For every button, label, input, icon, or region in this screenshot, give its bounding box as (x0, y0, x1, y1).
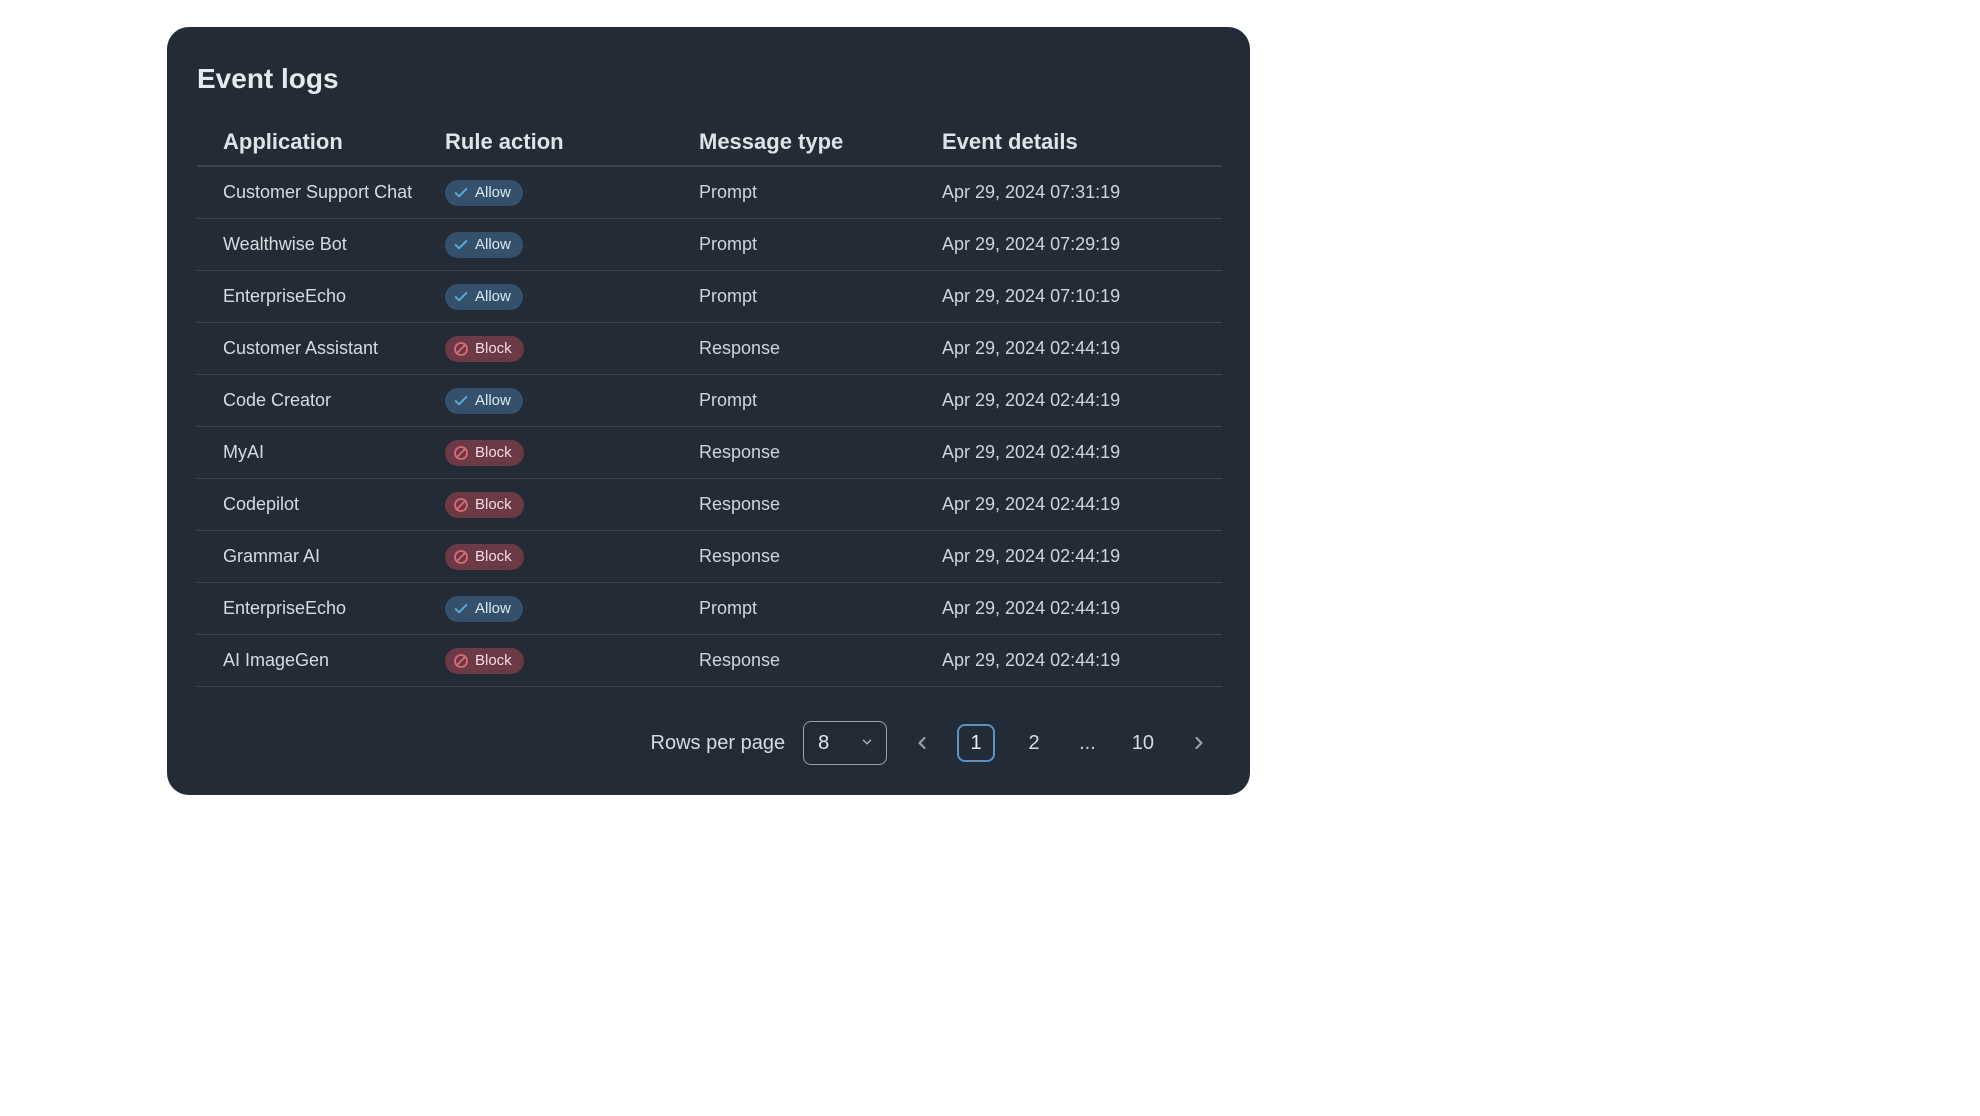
cell-message-type: Response (699, 494, 942, 515)
chevron-down-icon (860, 732, 874, 755)
check-icon (453, 237, 469, 253)
cell-message-type: Response (699, 442, 942, 463)
col-rule-action: Rule action (445, 129, 699, 155)
cell-rule-action: Block (445, 544, 699, 570)
check-icon (453, 601, 469, 617)
cell-event-details: Apr 29, 2024 02:44:19 (942, 442, 1222, 463)
cell-rule-action: Block (445, 336, 699, 362)
cell-message-type: Prompt (699, 390, 942, 411)
cell-application: Customer Support Chat (223, 182, 445, 203)
check-icon (453, 185, 469, 201)
rows-per-page-label: Rows per page (651, 732, 786, 755)
cell-event-details: Apr 29, 2024 02:44:19 (942, 650, 1222, 671)
block-icon (453, 497, 469, 513)
next-page-button[interactable] (1182, 726, 1216, 760)
cell-rule-action: Allow (445, 596, 699, 622)
cell-application: EnterpriseEcho (223, 598, 445, 619)
badge-label: Block (475, 340, 512, 357)
table-row[interactable]: Wealthwise Bot Allow PromptApr 29, 2024 07… (197, 219, 1222, 271)
cell-application: MyAI (223, 442, 445, 463)
block-badge: Block (445, 336, 524, 362)
col-message-type: Message type (699, 129, 942, 155)
cell-rule-action: Block (445, 648, 699, 674)
cell-event-details: Apr 29, 2024 02:44:19 (942, 338, 1222, 359)
check-icon (453, 393, 469, 409)
table-row[interactable]: Customer Support Chat Allow PromptApr 29, … (197, 167, 1222, 219)
cell-event-details: Apr 29, 2024 07:10:19 (942, 286, 1222, 307)
cell-event-details: Apr 29, 2024 07:31:19 (942, 182, 1222, 203)
block-badge: Block (445, 492, 524, 518)
allow-badge: Allow (445, 232, 523, 258)
table-row[interactable]: Customer Assistant Block ResponseApr 29, 2… (197, 323, 1222, 375)
cell-rule-action: Allow (445, 232, 699, 258)
page-button-2[interactable]: 2 (1015, 724, 1053, 762)
cell-message-type: Prompt (699, 234, 942, 255)
rows-per-page-value: 8 (818, 732, 829, 755)
cell-rule-action: Allow (445, 180, 699, 206)
table-row[interactable]: Codepilot Block ResponseApr 29, 2024 02:44… (197, 479, 1222, 531)
badge-label: Allow (475, 600, 511, 617)
badge-label: Allow (475, 184, 511, 201)
table-row[interactable]: EnterpriseEcho Allow PromptApr 29, 2024 02… (197, 583, 1222, 635)
badge-label: Block (475, 652, 512, 669)
cell-message-type: Prompt (699, 286, 942, 307)
table-row[interactable]: AI ImageGen Block ResponseApr 29, 2024 02:… (197, 635, 1222, 687)
block-icon (453, 341, 469, 357)
cell-event-details: Apr 29, 2024 02:44:19 (942, 494, 1222, 515)
cell-message-type: Prompt (699, 598, 942, 619)
cell-message-type: Response (699, 546, 942, 567)
allow-badge: Allow (445, 180, 523, 206)
allow-badge: Allow (445, 388, 523, 414)
table-row[interactable]: Grammar AI Block ResponseApr 29, 2024 02:4… (197, 531, 1222, 583)
cell-rule-action: Block (445, 440, 699, 466)
pagination-ellipsis: ... (1073, 732, 1102, 755)
block-badge: Block (445, 440, 524, 466)
table-row[interactable]: Code Creator Allow PromptApr 29, 2024 02:4… (197, 375, 1222, 427)
event-logs-panel: Event logs Application Rule action Messa… (167, 27, 1250, 795)
col-event-details: Event details (942, 129, 1222, 155)
allow-badge: Allow (445, 284, 523, 310)
badge-label: Allow (475, 392, 511, 409)
cell-rule-action: Allow (445, 284, 699, 310)
block-badge: Block (445, 648, 524, 674)
cell-application: Grammar AI (223, 546, 445, 567)
table-row[interactable]: EnterpriseEcho Allow PromptApr 29, 2024 07… (197, 271, 1222, 323)
cell-event-details: Apr 29, 2024 07:29:19 (942, 234, 1222, 255)
cell-rule-action: Block (445, 492, 699, 518)
cell-application: EnterpriseEcho (223, 286, 445, 307)
badge-label: Block (475, 548, 512, 565)
cell-application: AI ImageGen (223, 650, 445, 671)
cell-application: Wealthwise Bot (223, 234, 445, 255)
cell-message-type: Prompt (699, 182, 942, 203)
block-badge: Block (445, 544, 524, 570)
page-title: Event logs (197, 63, 1222, 95)
block-icon (453, 445, 469, 461)
cell-event-details: Apr 29, 2024 02:44:19 (942, 598, 1222, 619)
page-button-1[interactable]: 1 (957, 724, 995, 762)
cell-message-type: Response (699, 650, 942, 671)
cell-event-details: Apr 29, 2024 02:44:19 (942, 546, 1222, 567)
cell-rule-action: Allow (445, 388, 699, 414)
cell-application: Codepilot (223, 494, 445, 515)
badge-label: Allow (475, 236, 511, 253)
rows-per-page-select[interactable]: 8 (803, 721, 887, 765)
badge-label: Allow (475, 288, 511, 305)
table-row[interactable]: MyAI Block ResponseApr 29, 2024 02:44:19 (197, 427, 1222, 479)
allow-badge: Allow (445, 596, 523, 622)
cell-event-details: Apr 29, 2024 02:44:19 (942, 390, 1222, 411)
badge-label: Block (475, 496, 512, 513)
pagination: Rows per page 8 12... 10 (197, 721, 1222, 765)
table-header: Application Rule action Message type Eve… (197, 119, 1222, 167)
page-button-10[interactable]: 10 (1122, 724, 1164, 762)
badge-label: Block (475, 444, 512, 461)
cell-message-type: Response (699, 338, 942, 359)
prev-page-button[interactable] (905, 726, 939, 760)
cell-application: Code Creator (223, 390, 445, 411)
col-application: Application (223, 129, 445, 155)
check-icon (453, 289, 469, 305)
event-table: Application Rule action Message type Eve… (197, 119, 1222, 687)
block-icon (453, 549, 469, 565)
cell-application: Customer Assistant (223, 338, 445, 359)
block-icon (453, 653, 469, 669)
